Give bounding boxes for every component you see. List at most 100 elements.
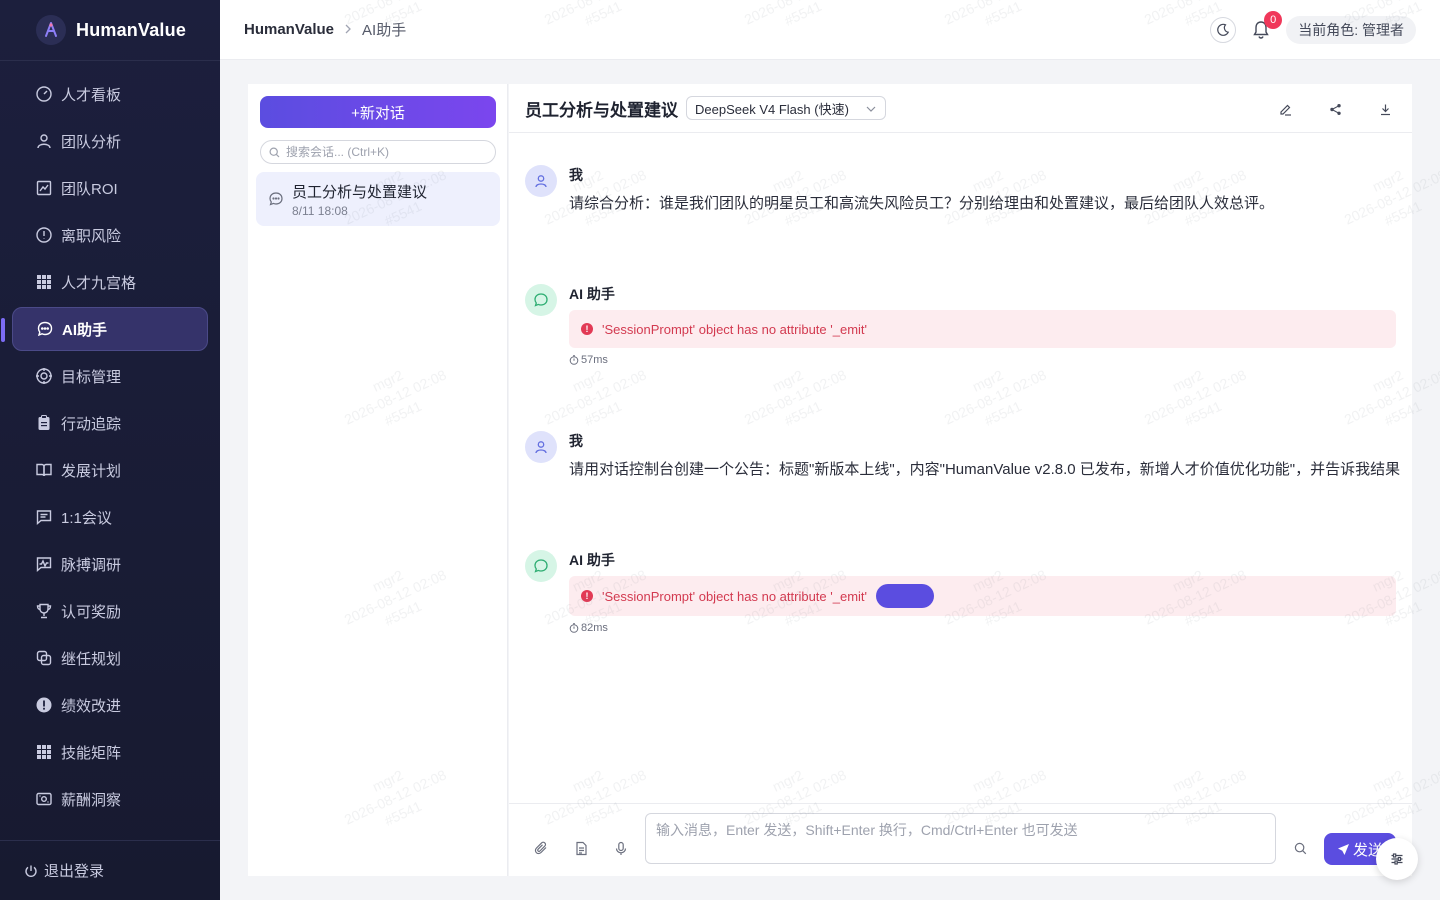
search-icon <box>269 146 280 157</box>
sidebar-item-label: 人才看板 <box>61 86 122 104</box>
share-button[interactable] <box>1324 98 1346 120</box>
chat-header: 员工分析与处置建议 DeepSeek V4 Flash (快速) <box>509 84 1412 133</box>
notifications-button[interactable]: 0 <box>1248 11 1283 43</box>
dashboard-icon <box>36 86 52 102</box>
timer-icon <box>569 355 579 365</box>
message-input[interactable] <box>645 813 1276 864</box>
sidebar-item-pulse-survey[interactable]: 脉搏调研 <box>12 542 208 586</box>
error-text: 'SessionPrompt' object has no attribute … <box>602 588 868 604</box>
paperclip-icon <box>534 841 546 854</box>
rename-button[interactable] <box>1274 98 1296 120</box>
message-author: 我 <box>569 167 583 183</box>
sidebar-item-goal-management[interactable]: 目标管理 <box>12 354 208 398</box>
model-select[interactable]: DeepSeek V4 Flash (快速) <box>686 96 886 120</box>
floating-settings-button[interactable] <box>1376 838 1418 880</box>
conversation-item[interactable]: 员工分析与处置建议 8/11 18:08 <box>256 172 500 226</box>
sliders-icon <box>1391 853 1403 865</box>
ai-avatar <box>525 284 557 316</box>
sidebar-item-recognition[interactable]: 认可奖励 <box>12 589 208 633</box>
power-icon <box>25 865 37 877</box>
book-icon <box>36 463 52 477</box>
message-author: AI 助手 <box>569 286 615 302</box>
ai-avatar <box>525 550 557 582</box>
chat-icon <box>269 192 283 206</box>
conversation-search[interactable] <box>260 140 496 164</box>
error-icon: ! <box>581 590 593 602</box>
sidebar-item-label: 团队ROI <box>61 180 118 198</box>
retry-button[interactable] <box>876 584 935 608</box>
sidebar-item-ai-assistant[interactable]: AI助手 <box>1 307 208 351</box>
message-square-icon <box>36 510 52 526</box>
sidebar-item-team-analysis[interactable]: 团队分析 <box>12 119 208 163</box>
latency-value: 57ms <box>581 354 608 366</box>
sidebar-item-one-on-one[interactable]: 1:1会议 <box>12 495 208 539</box>
logout-label: 退出登录 <box>44 863 105 880</box>
breadcrumb-current: AI助手 <box>362 22 407 39</box>
file-icon <box>575 841 587 855</box>
moon-icon <box>1217 23 1230 36</box>
sidebar-item-label: 绩效改进 <box>61 697 122 715</box>
sidebar-item-compensation[interactable]: 薪酬洞察 <box>12 777 208 821</box>
app-logo-icon <box>36 15 66 45</box>
sidebar-item-attrition-risk[interactable]: 离职风险 <box>12 213 208 257</box>
search-messages-button[interactable] <box>1291 839 1309 857</box>
message-latency: 57ms <box>569 354 608 366</box>
document-button[interactable] <box>572 839 590 857</box>
download-button[interactable] <box>1374 98 1396 120</box>
role-indicator[interactable]: 当前角色: 管理者 <box>1286 16 1416 44</box>
chevron-down-icon <box>866 106 876 112</box>
topbar: HumanValue AI助手 0 当前角色: 管理者 <box>220 0 1440 60</box>
grid-icon <box>37 275 51 289</box>
sidebar-item-skill-matrix[interactable]: 技能矩阵 <box>12 730 208 774</box>
latency-value: 82ms <box>581 622 608 634</box>
user-icon <box>37 134 51 149</box>
chart-icon <box>36 180 52 196</box>
sidebar-item-performance-improvement[interactable]: 绩效改进 <box>12 683 208 727</box>
sidebar-item-nine-box[interactable]: 人才九宫格 <box>12 260 208 304</box>
brand[interactable]: HumanValue <box>0 0 220 61</box>
model-select-value: DeepSeek V4 Flash (快速) <box>695 101 849 117</box>
sidebar-item-label: 继任规划 <box>61 650 122 668</box>
user-avatar <box>525 165 557 197</box>
sidebar: HumanValue 人才看板 团队分析 团队ROI 离职风险 人才九宫格 AI… <box>0 0 220 900</box>
message-author: AI 助手 <box>569 552 615 568</box>
user-icon <box>535 175 547 188</box>
chat-icon <box>534 293 548 307</box>
trophy-icon <box>36 603 52 619</box>
sidebar-item-succession[interactable]: 继任规划 <box>12 636 208 680</box>
user-icon <box>535 441 547 454</box>
money-icon <box>36 792 52 806</box>
new-conversation-button[interactable]: +新对话 <box>260 96 496 128</box>
target-icon <box>36 368 52 384</box>
attach-button[interactable] <box>532 839 550 857</box>
sidebar-item-label: 团队分析 <box>61 133 122 151</box>
sidebar-item-label: 离职风险 <box>61 227 122 245</box>
alert-circle-icon <box>36 227 52 243</box>
theme-toggle-button[interactable] <box>1210 17 1237 43</box>
search-input[interactable] <box>286 145 486 159</box>
chat-icon <box>534 559 548 573</box>
copy-icon <box>36 650 52 666</box>
breadcrumb-root[interactable]: HumanValue <box>244 21 334 38</box>
chat-panel: 员工分析与处置建议 DeepSeek V4 Flash (快速) 我 请综合分析… <box>509 84 1412 876</box>
grid-icon <box>37 745 51 759</box>
sidebar-item-talent-dashboard[interactable]: 人才看板 <box>12 72 208 116</box>
topbar-actions: 0 当前角色: 管理者 <box>1210 11 1416 44</box>
conversation-panel: +新对话 员工分析与处置建议 8/11 18:08 <box>248 84 508 876</box>
sidebar-nav: 人才看板 团队分析 团队ROI 离职风险 人才九宫格 AI助手 目标管理 行动追… <box>0 72 220 840</box>
sidebar-item-action-tracking[interactable]: 行动追踪 <box>12 401 208 445</box>
sidebar-item-team-roi[interactable]: 团队ROI <box>12 166 208 210</box>
sidebar-item-label: 人才九宫格 <box>61 274 137 292</box>
voice-button[interactable] <box>612 839 630 857</box>
sidebar-item-label: 行动追踪 <box>61 415 122 433</box>
error-message: ! 'SessionPrompt' object has no attribut… <box>569 310 1396 348</box>
message-latency: 82ms <box>569 622 608 634</box>
clipboard-icon <box>38 415 50 430</box>
logout-button[interactable]: 退出登录 <box>0 840 220 900</box>
user-avatar <box>525 431 557 463</box>
conversation-item-text: 员工分析与处置建议 8/11 18:08 <box>292 181 427 218</box>
notification-badge: 0 <box>1264 11 1283 29</box>
app-name: HumanValue <box>76 19 187 40</box>
sidebar-item-development-plan[interactable]: 发展计划 <box>12 448 208 492</box>
download-icon <box>1380 104 1390 115</box>
